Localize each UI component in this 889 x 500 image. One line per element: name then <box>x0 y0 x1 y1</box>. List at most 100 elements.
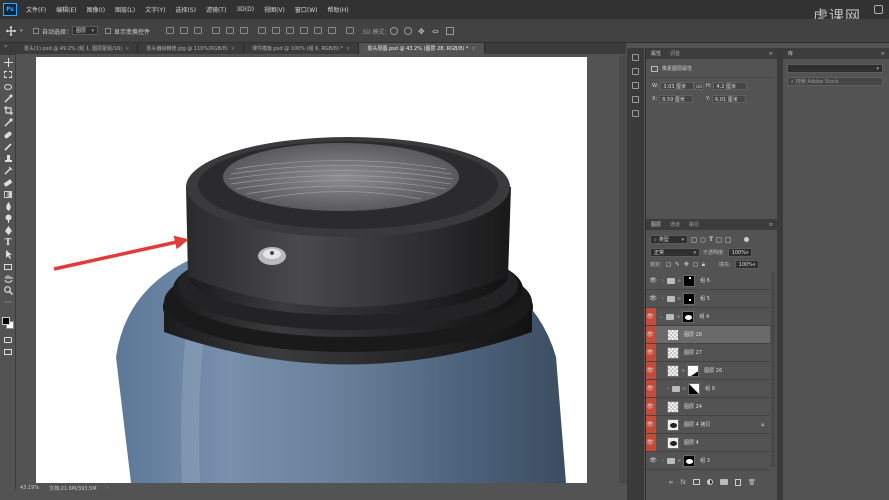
layer-mask-thumbnail[interactable] <box>683 292 696 305</box>
menu-type[interactable]: 文字(Y) <box>140 5 170 14</box>
library-select-dropdown[interactable]: ▾ <box>787 64 883 73</box>
panel-menu-icon[interactable]: ≡ <box>881 51 885 57</box>
distribute-left-icon[interactable] <box>300 27 308 34</box>
distribute-bottom-icon[interactable] <box>286 27 294 34</box>
filter-shape-icon[interactable] <box>716 236 723 243</box>
quick-mask-icon[interactable] <box>3 335 13 344</box>
layer-row-layer-4[interactable]: 👁︎ 图层 4 <box>646 434 770 452</box>
visibility-eye-icon[interactable]: 👁︎ <box>646 362 654 379</box>
lock-transparent-icon[interactable] <box>665 262 671 267</box>
visibility-eye-icon[interactable]: 👁︎ <box>646 308 654 325</box>
visibility-eye-icon[interactable]: 👁︎ <box>646 326 654 343</box>
visibility-eye-icon[interactable]: 👁︎ <box>646 398 654 415</box>
screen-mode-icon[interactable] <box>3 347 13 356</box>
mask-icon[interactable] <box>693 479 701 485</box>
3d-slide-icon[interactable]: ⇔ <box>432 28 439 36</box>
distribute-right-icon[interactable] <box>328 27 336 34</box>
y-field[interactable]: 6.01 厘米 <box>712 95 747 103</box>
healing-brush-tool-icon[interactable] <box>3 130 13 139</box>
menu-view[interactable]: 视图(V) <box>259 5 290 14</box>
layer-row-layer-26[interactable]: 👁︎ ∞ 图层 26 <box>646 362 770 380</box>
menu-help[interactable]: 帮助(H) <box>323 5 354 14</box>
clone-stamp-tool-icon[interactable] <box>3 154 13 163</box>
properties-panel-icon[interactable] <box>632 68 639 75</box>
menu-select[interactable]: 选择(S) <box>170 5 201 14</box>
character-panel-icon[interactable] <box>632 82 639 89</box>
link-dimensions-icon[interactable]: GO <box>694 82 705 90</box>
trash-icon[interactable]: 🗑︎ <box>748 479 756 486</box>
align-hcenter-icon[interactable] <box>226 27 234 34</box>
expand-chevron-icon[interactable]: ⌄ <box>659 314 663 320</box>
window-control-icon[interactable] <box>874 5 883 14</box>
swatches-panel-icon[interactable] <box>632 110 639 117</box>
zoom-tool-icon[interactable] <box>3 286 13 295</box>
distribute-top-icon[interactable] <box>258 27 266 34</box>
move-tool-icon[interactable] <box>3 58 13 67</box>
layer-mask-thumbnail[interactable] <box>687 364 700 377</box>
layer-thumbnail[interactable] <box>667 436 679 449</box>
layer-row-group-3[interactable]: 👁︎ › ∞ 组 3 <box>646 452 770 470</box>
fill-field[interactable]: 100% ▾ <box>734 260 759 269</box>
document-canvas[interactable] <box>36 57 587 483</box>
layer-mask-thumbnail[interactable] <box>683 454 696 467</box>
width-field[interactable]: 3.03 厘米 <box>660 82 695 90</box>
toolbar-collapse-icon[interactable]: » <box>0 43 16 55</box>
menu-filter[interactable]: 滤镜(T) <box>201 5 231 14</box>
layer-filter-dropdown[interactable]: ⌕ 类型 ▾ <box>650 235 688 244</box>
expand-chevron-icon[interactable]: › <box>662 296 664 302</box>
brush-tool-icon[interactable] <box>3 142 13 151</box>
expand-chevron-icon[interactable]: › <box>662 458 664 464</box>
layer-mask-thumbnail[interactable] <box>683 274 696 287</box>
folder-icon[interactable] <box>720 479 729 485</box>
crop-tool-icon[interactable] <box>3 106 13 115</box>
3d-orbit-icon[interactable] <box>390 27 398 35</box>
expand-chevron-icon[interactable]: › <box>662 278 664 284</box>
tab-paths[interactable]: 路径 <box>689 221 699 228</box>
tool-preset-chevron-icon[interactable]: ▾ <box>20 28 23 34</box>
pen-tool-icon[interactable] <box>3 226 13 235</box>
height-field[interactable]: 4.2 厘米 <box>713 82 748 90</box>
layer-row-group-9[interactable]: 👁︎ › ∞ 组 9 <box>646 380 770 398</box>
rectangle-tool-icon[interactable] <box>3 262 13 271</box>
3d-roll-icon[interactable] <box>404 27 412 35</box>
align-top-icon[interactable] <box>166 27 174 34</box>
layer-thumbnail[interactable] <box>667 328 679 341</box>
doc-tab-4-active[interactable]: 泵头原图.psd @ 43.2% (图层 28, RGB/8) * × <box>359 43 485 54</box>
hand-tool-icon[interactable] <box>3 274 13 283</box>
tab-adjustments[interactable]: 调整 <box>670 50 680 57</box>
tab-layers[interactable]: 图层 <box>651 221 661 228</box>
menu-image[interactable]: 图像(I) <box>82 5 110 14</box>
layer-row-layer-28-selected[interactable]: 👁︎ 图层 28 <box>646 326 770 344</box>
quick-select-tool-icon[interactable] <box>3 94 13 103</box>
close-icon[interactable]: × <box>231 46 235 52</box>
lock-position-icon[interactable]: ✥ <box>684 261 689 268</box>
layer-row-layer-24[interactable]: 👁︎ 图层 24 <box>646 398 770 416</box>
auto-select-dropdown[interactable]: 图层 ▾ <box>72 26 98 35</box>
layer-thumbnail[interactable] <box>667 400 679 413</box>
filter-toggle-icon[interactable] <box>744 237 750 242</box>
doc-tab-1[interactable]: 泵头(1).psd @ 49.2% (组 1, 图层蒙版/16) × <box>16 43 139 54</box>
layers-scrollbar[interactable] <box>771 272 775 467</box>
filter-adjustment-icon[interactable] <box>700 236 706 243</box>
layer-thumbnail[interactable] <box>667 364 679 377</box>
filter-smart-object-icon[interactable] <box>725 236 732 243</box>
lock-all-icon[interactable]: 🔒︎ <box>702 261 705 269</box>
path-selection-tool-icon[interactable] <box>3 250 13 259</box>
filter-type-icon[interactable]: T <box>709 236 713 243</box>
align-vcenter-icon[interactable] <box>180 27 188 34</box>
blur-tool-icon[interactable] <box>3 202 13 211</box>
align-left-icon[interactable] <box>212 27 220 34</box>
expand-chevron-icon[interactable]: › <box>667 386 669 392</box>
3d-pan-icon[interactable]: ✥ <box>418 28 425 36</box>
tab-channels[interactable]: 通道 <box>670 221 680 228</box>
visibility-eye-icon[interactable]: 👁︎ <box>646 452 660 469</box>
x-field[interactable]: 8.59 厘米 <box>659 95 694 103</box>
link-icon[interactable]: ∞ <box>668 479 673 486</box>
gradient-tool-icon[interactable] <box>3 190 13 199</box>
menu-edit[interactable]: 编辑(E) <box>51 5 81 14</box>
history-panel-icon[interactable] <box>632 54 639 61</box>
close-icon[interactable]: × <box>471 46 475 52</box>
close-icon[interactable]: × <box>346 46 350 52</box>
opacity-field[interactable]: 100% ▾ <box>727 248 752 257</box>
align-bottom-icon[interactable] <box>194 27 202 34</box>
